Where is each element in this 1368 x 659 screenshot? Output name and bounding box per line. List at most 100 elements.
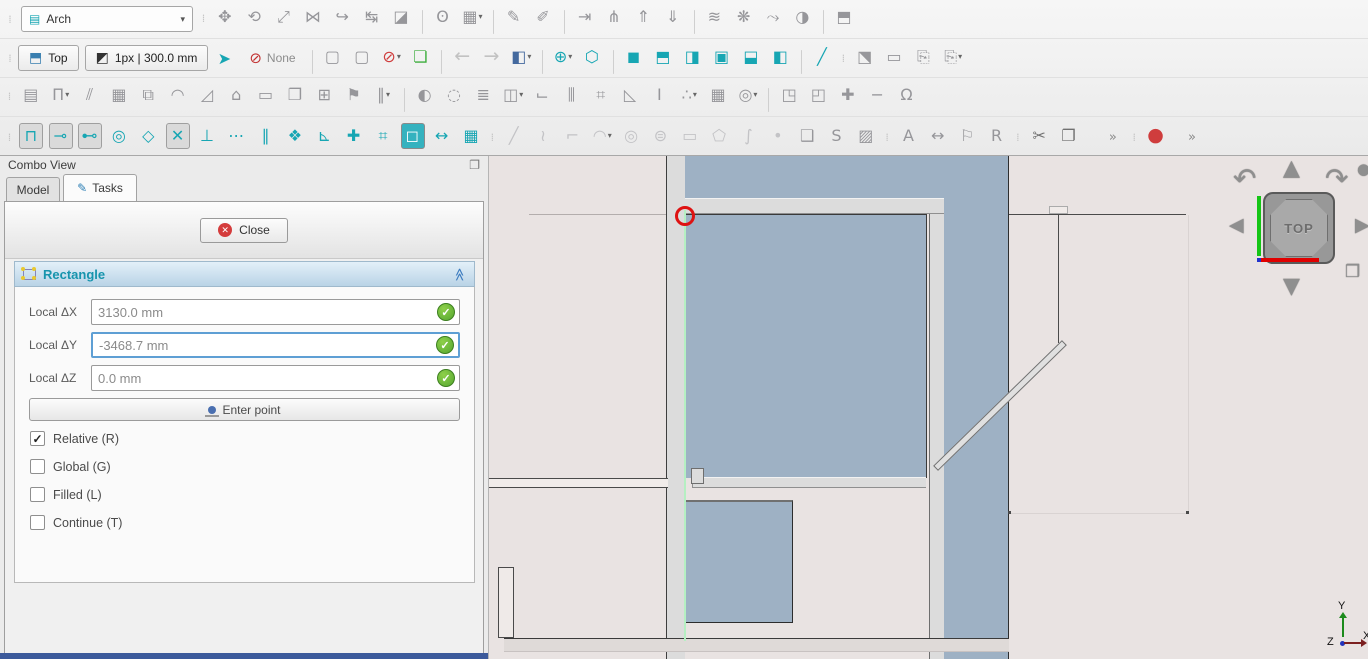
- 3d-viewport[interactable]: ▲ ↶ ↷ ● ◀ ▶ ▼ TOP ❒ Y Z X: [488, 156, 1368, 659]
- coordinate-input[interactable]: 3130.0 mm ✓: [91, 299, 460, 325]
- collapse-section-icon[interactable]: ≪: [452, 267, 467, 281]
- draft-scale-icon[interactable]: ⤢: [272, 4, 296, 30]
- draft-hatch-icon[interactable]: ▨: [854, 123, 878, 149]
- arch-cut-plane-icon[interactable]: ◳: [778, 82, 802, 108]
- coordinate-input[interactable]: 0.0 mm ✓: [91, 365, 460, 391]
- draft-downgrade-icon[interactable]: ⇓: [661, 4, 685, 30]
- snap-special-icon[interactable]: ❖: [283, 123, 307, 149]
- snap-working-plane-icon[interactable]: ▦: [460, 123, 484, 149]
- arch-window-icon[interactable]: ⊞: [313, 82, 337, 108]
- nav-arrow-up-icon[interactable]: ▲: [1283, 156, 1300, 181]
- view-menu-cube-icon[interactable]: ◧▾: [509, 43, 533, 69]
- draft-rotate-icon[interactable]: ⟲: [243, 4, 267, 30]
- draft-shape2dview-icon[interactable]: ❋: [732, 4, 756, 30]
- draft-label-icon[interactable]: ⚐: [956, 123, 980, 149]
- draft-offset-icon[interactable]: ↪: [331, 4, 355, 30]
- draft-point-icon[interactable]: •: [766, 123, 790, 149]
- draw-style-icon[interactable]: ⊘▾: [380, 43, 404, 69]
- checkbox-row[interactable]: Continue (T): [30, 515, 460, 530]
- toggle-grid-icon[interactable]: ◻: [401, 123, 425, 149]
- draft-text-icon[interactable]: A: [897, 123, 921, 149]
- arch-curtain-wall-icon[interactable]: ▦: [107, 82, 131, 108]
- view-axonometric-icon[interactable]: ⬡: [580, 43, 604, 69]
- close-button[interactable]: ✕ Close: [200, 218, 288, 243]
- arch-stairs-icon[interactable]: ≣: [472, 82, 496, 108]
- draft-rectangle-icon[interactable]: ▭: [678, 123, 702, 149]
- nav-back-icon[interactable]: ←: [451, 43, 475, 69]
- checkbox-row[interactable]: Global (G): [30, 459, 460, 474]
- nav-arrow-down-icon[interactable]: ▼: [1283, 274, 1300, 299]
- arch-building-icon[interactable]: ⌂: [225, 82, 249, 108]
- checkbox[interactable]: [30, 459, 45, 474]
- view-top-icon[interactable]: ⬒: [651, 43, 675, 69]
- arch-equipment-icon[interactable]: ▭: [254, 82, 278, 108]
- arch-schedule-icon[interactable]: ▦: [707, 82, 731, 108]
- arch-remove-component-icon[interactable]: −: [866, 82, 890, 108]
- checkbox-row[interactable]: Filled (L): [30, 487, 460, 502]
- arch-axis-icon[interactable]: ∥▾: [371, 82, 395, 108]
- checkbox-row[interactable]: ✓ Relative (R): [30, 431, 460, 446]
- snap-intersection-icon[interactable]: ✕: [166, 123, 190, 149]
- draft-edit-icon[interactable]: ✎: [502, 4, 526, 30]
- arch-column-icon[interactable]: ⫼: [560, 82, 584, 108]
- navigation-cube[interactable]: TOP: [1263, 192, 1335, 264]
- draft-fillet-icon[interactable]: ⌐: [561, 123, 585, 149]
- draft-facebinder-icon[interactable]: ❑: [796, 123, 820, 149]
- box-element-selection-icon[interactable]: ▢: [321, 43, 345, 69]
- arch-opening-icon[interactable]: ◫▾: [501, 82, 525, 108]
- draft-annotation-styles-icon[interactable]: R: [985, 123, 1009, 149]
- arch-pipe-icon[interactable]: ◎▾: [736, 82, 760, 108]
- box-selection-icon[interactable]: ▢: [350, 43, 374, 69]
- arch-project-icon[interactable]: ◠: [166, 82, 190, 108]
- arch-roof-icon[interactable]: ◿: [195, 82, 219, 108]
- draft-trimex-icon[interactable]: ↹: [360, 4, 384, 30]
- tab-model[interactable]: Model: [6, 177, 60, 201]
- draft-arc-icon[interactable]: ◠▾: [590, 123, 614, 149]
- view-bottom-icon[interactable]: ⬓: [739, 43, 763, 69]
- snap-midpoint-icon[interactable]: ⊷: [78, 123, 102, 149]
- snap-lock-icon[interactable]: ⊓: [19, 123, 43, 149]
- snap-grid-icon[interactable]: ⌗: [371, 123, 395, 149]
- overflow-chevron-icon[interactable]: »: [1101, 125, 1125, 151]
- float-panel-icon[interactable]: ❐: [469, 158, 480, 172]
- snap-dimensions-icon[interactable]: ↔: [430, 123, 454, 149]
- arch-structure-icon[interactable]: Π▾: [49, 82, 73, 108]
- group-icon[interactable]: ▭: [883, 43, 907, 69]
- overflow-chevron2-icon[interactable]: »: [1180, 125, 1204, 151]
- macro-record-icon[interactable]: ●: [1144, 122, 1168, 148]
- snap-center-icon[interactable]: ◎: [107, 123, 131, 149]
- view-fit-all-icon[interactable]: ⊕▾: [551, 43, 575, 69]
- draft-slope-icon[interactable]: ⤳: [762, 4, 786, 30]
- draft-join-icon[interactable]: ⇥: [573, 4, 597, 30]
- draft-flip-icon[interactable]: ◑: [791, 4, 815, 30]
- part-icon[interactable]: ⬔: [853, 43, 877, 69]
- draft-wire-to-bspline-icon[interactable]: ≋: [703, 4, 727, 30]
- working-plane-top-button[interactable]: ⬒ Top: [18, 45, 79, 71]
- draft-wire-icon[interactable]: ≀: [532, 123, 556, 149]
- nav-forward-icon[interactable]: →: [480, 43, 504, 69]
- enter-point-button[interactable]: Enter point: [29, 398, 460, 421]
- draft-shapestring-icon[interactable]: S: [825, 123, 849, 149]
- checkbox[interactable]: [30, 515, 45, 530]
- autogroup-button[interactable]: ⊘ None: [249, 49, 295, 67]
- view-left-icon[interactable]: ◧: [769, 43, 793, 69]
- draft-move-icon[interactable]: ✥: [213, 4, 237, 30]
- snap-ortho-icon[interactable]: ⋯: [225, 123, 249, 149]
- view-rear-icon[interactable]: ▣: [710, 43, 734, 69]
- measure-distance-icon[interactable]: ╱: [810, 43, 834, 69]
- arch-fence-icon[interactable]: ⌗: [589, 82, 613, 108]
- arch-site-icon[interactable]: ❐: [283, 82, 307, 108]
- arch-panel-icon[interactable]: ⚑: [342, 82, 366, 108]
- draft-dimension-icon[interactable]: ↔: [926, 123, 950, 149]
- edit-paste-icon[interactable]: ❐: [1057, 123, 1081, 149]
- snap-perpendicular-icon[interactable]: ⊥: [195, 123, 219, 149]
- nav-dot-icon[interactable]: ●: [1357, 160, 1368, 178]
- coordinate-input[interactable]: -3468.7 mm ✓: [91, 332, 460, 358]
- nav-rotate-left-icon[interactable]: ↶: [1233, 162, 1256, 195]
- arch-section-plane-icon[interactable]: ◐: [413, 82, 437, 108]
- arch-space-icon[interactable]: ◌: [443, 82, 467, 108]
- draft-subelement-edit-icon[interactable]: ✐: [531, 4, 555, 30]
- checkbox[interactable]: [30, 487, 45, 502]
- snap-extension-icon[interactable]: ✚: [342, 123, 366, 149]
- snap-near-icon[interactable]: ⊾: [313, 123, 337, 149]
